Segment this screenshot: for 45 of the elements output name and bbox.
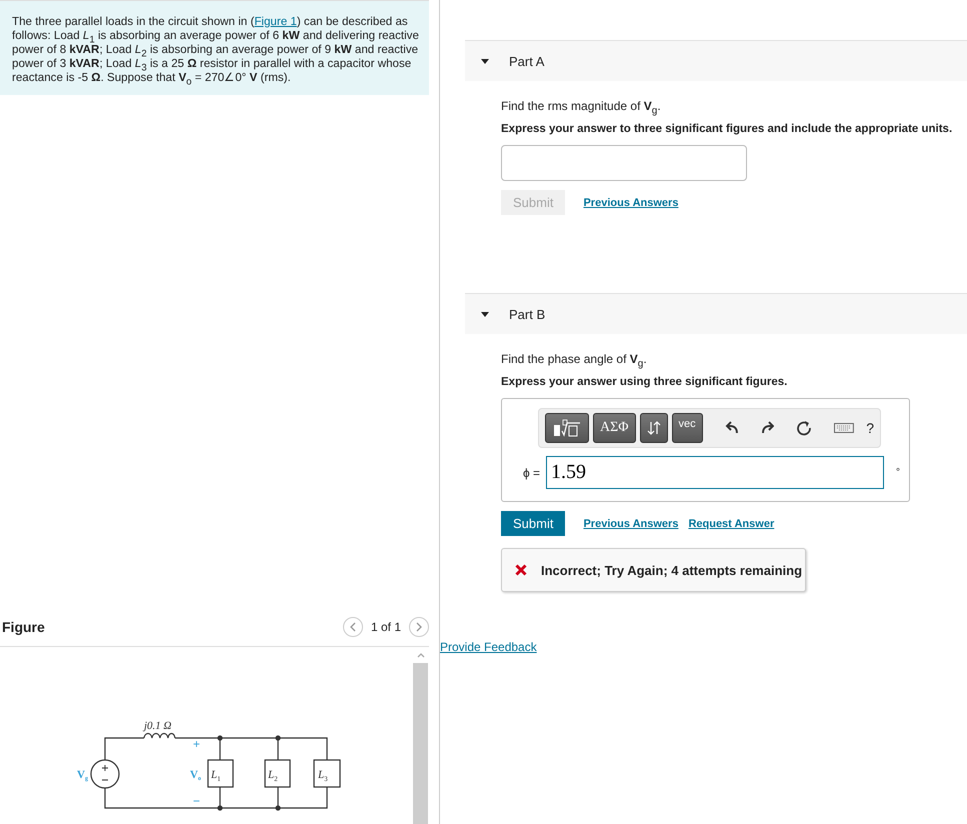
redo-icon[interactable] [760, 421, 774, 435]
plus-sign: + [193, 737, 200, 751]
figure-title: Figure [2, 618, 45, 634]
answer-link[interactable]: Previous Answers [583, 518, 678, 530]
part-title: Part A [509, 54, 544, 68]
answer-field[interactable] [501, 145, 747, 181]
answer-link[interactable]: Previous Answers [583, 196, 678, 208]
symbols-button[interactable]: ΑΣΦ [593, 413, 636, 443]
instruction-text: Express your answer to three significant figures and include the appropriate units. [501, 123, 954, 135]
cross-icon [515, 564, 527, 576]
keyboard-icon[interactable] [834, 423, 854, 433]
next-button[interactable] [409, 616, 429, 636]
part-title: Part B [509, 306, 546, 322]
help-button[interactable]: ? [866, 420, 874, 436]
arrows-button[interactable] [640, 413, 668, 443]
chevron-left-icon [348, 622, 357, 632]
page-counter: 1 of 1 [370, 620, 401, 634]
part-header[interactable]: Part A [465, 40, 967, 81]
unit-label: ° [896, 467, 900, 478]
inductor-label: j0.1 Ω [144, 720, 172, 732]
template-button[interactable] [545, 413, 589, 443]
reset-icon[interactable] [796, 420, 812, 436]
submit-button[interactable]: Submit [501, 511, 566, 536]
vector-button[interactable]: vec [672, 413, 703, 443]
feedback-link[interactable]: Provide Feedback [440, 640, 537, 654]
output-label: V$_{o}$ [190, 769, 201, 782]
minus-sign: − [193, 794, 200, 808]
figure-link[interactable]: Figure 1 [254, 15, 297, 28]
source-label: V$_{g}$ [77, 769, 88, 782]
answer-link[interactable]: Request Answer [688, 518, 774, 530]
chevron-right-icon [415, 622, 423, 632]
answer-field[interactable]: 1.59 [546, 456, 884, 489]
template-icon [552, 418, 582, 438]
up-down-arrows-icon [646, 420, 660, 436]
undo-icon[interactable] [724, 421, 739, 435]
variable-label: ϕ = [522, 466, 541, 480]
scroll-up-icon [416, 651, 426, 659]
load-label: L$_{2}$ [268, 768, 278, 782]
feedback-text: Incorrect; Try Again; 4 attempts remaining [541, 562, 802, 578]
load-label: L$_{3}$ [318, 768, 328, 782]
load-label: L$_{1}$ [211, 768, 221, 782]
part-header[interactable]: Part B [465, 293, 967, 334]
instruction-text: Express your answer using three significant figures. [501, 376, 788, 388]
previous-button[interactable] [342, 616, 363, 636]
problem-text: The three parallel loads in the circuit shown in (Figure 1) can be described as follows: Load L$_{1}$ is absorbing an average power of 6 kW and delivering reactive power of 8 kVAR; Load L$_{2}$ is absorbing an average power of 9 kW and reactive power of 3 kVAR; Load L$_{3}$ is a 25 Ω resistor in parallel with a capacitor whose reactance is -5 Ω. Suppose that V$_{o}$ = 270∠0° V (rms). [12, 15, 419, 85]
